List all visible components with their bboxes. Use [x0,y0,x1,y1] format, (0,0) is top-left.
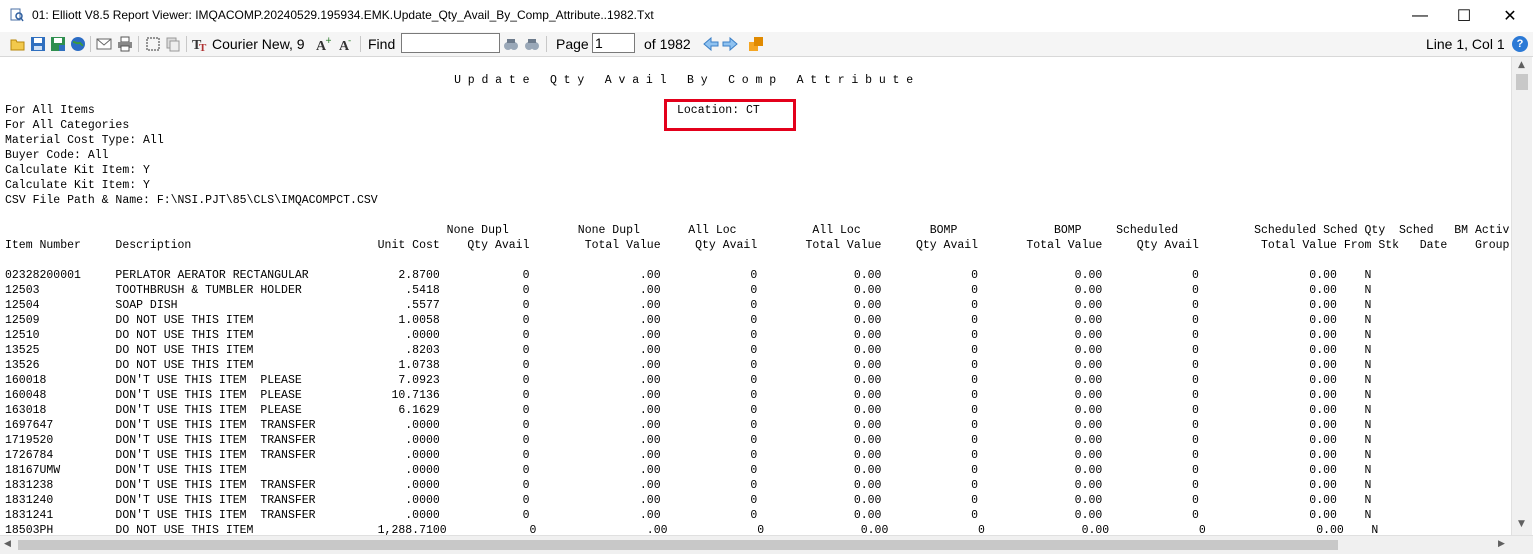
toolbar-separator [186,36,187,52]
page-total-wrap: of 1982 [644,35,691,53]
report-row: 12509 DO NOT USE THIS ITEM 1.0058 0 .00 … [5,314,1372,327]
report-row: 1831238 DON'T USE THIS ITEM TRANSFER .00… [5,479,1372,492]
scroll-left-icon[interactable]: ◀ [4,539,11,549]
decrease-font-icon[interactable]: A- [338,35,354,53]
report-row: 13526 DO NOT USE THIS ITEM 1.0738 0 .00 … [5,359,1372,372]
help-icon[interactable]: ? [1512,35,1528,53]
report-row: 1719520 DON'T USE THIS ITEM TRANSFER .00… [5,434,1372,447]
report-row: 13525 DO NOT USE THIS ITEM .8203 0 .00 0… [5,344,1372,357]
report-row: 12504 SOAP DISH .5577 0 .00 0 0.00 0 0.0… [5,299,1372,312]
report-row: 18503PH DO NOT USE THIS ITEM 1,288.7100 … [5,524,1379,535]
open-folder-icon[interactable] [10,35,26,53]
previous-page-icon[interactable] [703,35,719,53]
report-row: 163018 DON'T USE THIS ITEM PLEASE 6.1629… [5,404,1372,417]
increase-font-icon[interactable]: A + [315,35,331,53]
svg-text:T: T [199,42,207,52]
report-row: 02328200001 PERLATOR AERATOR RECTANGULAR… [5,269,1372,282]
toolbar-separator [90,36,91,52]
report-row: 12510 DO NOT USE THIS ITEM .0000 0 .00 0… [5,329,1372,342]
report-row: 1697647 DON'T USE THIS ITEM TRANSFER .00… [5,419,1372,432]
report-row: 1831240 DON'T USE THIS ITEM TRANSFER .00… [5,494,1372,507]
column-header-line-2: Item Number Description Unit Cost Qty Av… [5,239,1510,252]
font-icon: TT [192,38,207,52]
toolbar-separator [546,36,547,52]
copy-icon[interactable] [165,35,181,53]
horizontal-scrollbar[interactable]: ◀ ▶ [0,535,1533,554]
column-header-line-1: None Dupl None Dupl All Loc All Loc BOMP… [5,224,1510,237]
next-page-icon[interactable] [722,35,738,53]
report-row: 160018 DON'T USE THIS ITEM PLEASE 7.0923… [5,374,1372,387]
close-button[interactable]: ✕ [1487,0,1533,32]
page-label-wrap: Page [556,35,589,53]
svg-text:+: + [325,36,331,46]
scroll-up-icon[interactable]: ▲ [1518,60,1525,70]
find-label: Find [368,36,396,52]
email-icon[interactable] [96,35,112,53]
report-row: 18167UMW DON'T USE THIS ITEM .0000 0 .00… [5,464,1372,477]
font-label: Courier New, 9 [212,36,305,52]
report-title: Update Qty Avail By Comp Attribute [454,74,920,87]
toolbar: TT Courier New, 9 A+ A- Find Page of 198… [0,32,1533,57]
scroll-right-icon[interactable]: ▶ [1498,539,1505,549]
report-viewer-app-icon [10,8,24,22]
cursor-position: Line 1, Col 1 [1426,36,1505,52]
title-bar[interactable]: 01: Elliott V8.5 Report Viewer: IMQACOMP… [0,0,1533,33]
globe-icon[interactable] [70,35,86,53]
location-highlight-box [664,99,796,131]
svg-text:-: - [348,36,351,46]
page-total: of 1982 [644,36,691,52]
toolbar-separator [360,36,361,52]
report-row: 12503 TOOTHBRUSH & TUMBLER HOLDER .5418 … [5,284,1372,297]
report-row: 1726784 DON'T USE THIS ITEM TRANSFER .00… [5,449,1372,462]
font-selector[interactable]: TT Courier New, 9 [192,35,305,53]
window-title: 01: Elliott V8.5 Report Viewer: IMQACOMP… [32,8,654,22]
minimize-button[interactable]: — [1397,0,1443,32]
find-label-wrap: Find [368,35,395,53]
find-previous-icon[interactable] [524,35,540,53]
page-label: Page [556,36,589,52]
select-all-icon[interactable] [145,35,161,53]
scroll-down-icon[interactable]: ▼ [1518,519,1525,529]
toolbar-separator [138,36,139,52]
save-as-icon[interactable] [50,35,66,53]
save-icon[interactable] [30,35,46,53]
export-icon[interactable] [748,35,764,53]
printer-icon[interactable] [117,35,133,53]
vertical-scroll-thumb[interactable] [1516,74,1528,90]
horizontal-scroll-thumb[interactable] [18,540,1338,550]
find-next-icon[interactable] [503,35,519,53]
find-input[interactable] [401,33,500,53]
report-row: 160048 DON'T USE THIS ITEM PLEASE 10.713… [5,389,1372,402]
vertical-scrollbar[interactable]: ▲ ▼ [1511,57,1532,535]
cursor-position-wrap: Line 1, Col 1 [1426,35,1505,53]
report-row: 1831241 DON'T USE THIS ITEM TRANSFER .00… [5,509,1372,522]
report-header-lines: For All Items For All Categories Materia… [5,104,378,207]
page-input[interactable] [592,33,635,53]
maximize-button[interactable]: ☐ [1441,0,1487,32]
